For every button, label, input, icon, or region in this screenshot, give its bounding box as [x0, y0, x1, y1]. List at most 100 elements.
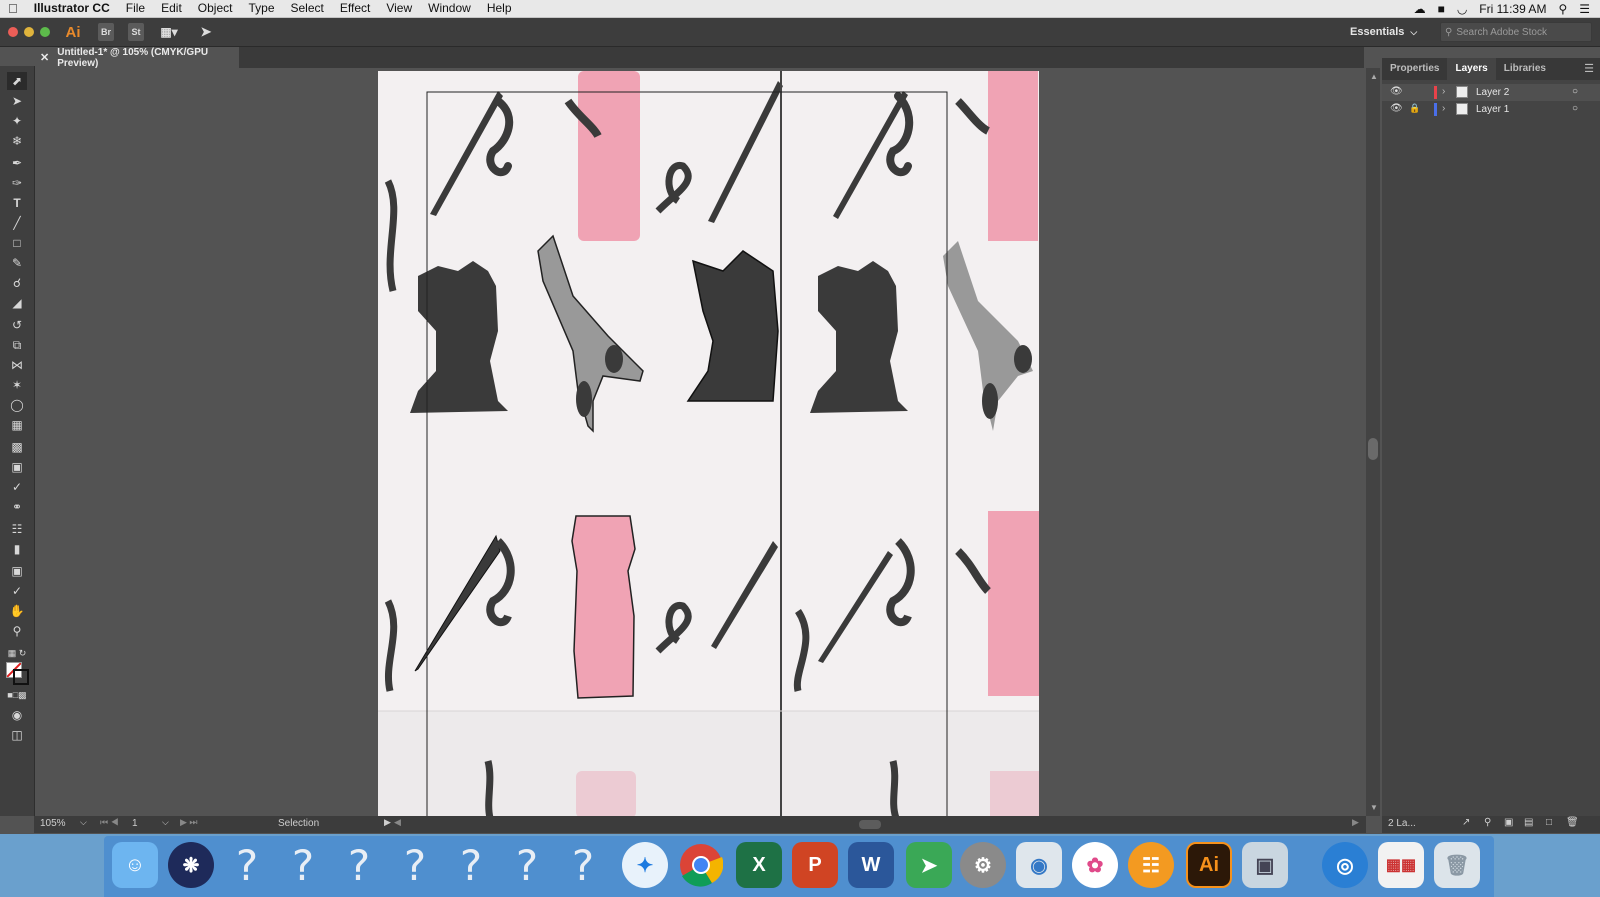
line-segment-tool-icon[interactable]: ╱: [7, 214, 27, 232]
menu-view[interactable]: View: [378, 0, 420, 17]
image-capture-icon[interactable]: ◉: [1016, 842, 1062, 888]
expand-chevron-icon[interactable]: ›: [1442, 86, 1445, 97]
finder-icon[interactable]: ☺: [112, 842, 158, 888]
artboard-dropdown-icon[interactable]: ⌵: [162, 817, 169, 828]
new-sublayer-icon[interactable]: ▤: [1524, 817, 1533, 828]
unknown-app-icon[interactable]: ?: [448, 841, 494, 890]
current-tool-label[interactable]: Selection: [278, 818, 319, 829]
wifi-icon[interactable]: ◡: [1457, 2, 1467, 16]
close-window-button[interactable]: [8, 27, 18, 37]
menu-edit[interactable]: Edit: [153, 0, 190, 17]
shaper-tool-icon[interactable]: ☌: [7, 274, 27, 292]
zoom-dropdown-icon[interactable]: ⌵: [80, 817, 87, 828]
bridge-button[interactable]: Br: [98, 23, 114, 41]
visibility-eye-icon[interactable]: 👁: [1390, 103, 1403, 114]
target-circle-icon[interactable]: ○: [1572, 103, 1578, 114]
eraser-tool-icon[interactable]: ◢: [7, 294, 27, 312]
maps-icon[interactable]: ➤: [906, 842, 952, 888]
target-circle-icon[interactable]: ○: [1572, 86, 1578, 97]
layer-row-layer-1[interactable]: 👁 🔒 › Layer 1 ○: [1382, 101, 1600, 118]
word-icon[interactable]: W: [848, 842, 894, 888]
safari-icon[interactable]: ✦: [622, 842, 668, 888]
delete-layer-icon[interactable]: 🗑: [1566, 817, 1579, 828]
type-tool-icon[interactable]: T: [7, 194, 27, 212]
panel-menu-icon[interactable]: ☰: [1584, 62, 1594, 75]
document-tab[interactable]: ✕ Untitled-1* @ 105% (CMYK/GPU Preview): [34, 47, 239, 69]
pen-tool-icon[interactable]: ✒: [7, 154, 27, 172]
clock[interactable]: Fri 11:39 AM: [1479, 2, 1546, 16]
next-artboard-icon[interactable]: ▶ ⏭: [180, 817, 198, 828]
first-artboard-icon[interactable]: ⏮ ◀: [100, 817, 119, 828]
new-layer-icon[interactable]: □: [1546, 817, 1552, 828]
app-menu[interactable]: Illustrator CC: [26, 0, 118, 17]
gradient-tool-icon[interactable]: ▣: [7, 458, 27, 476]
lasso-tool-icon[interactable]: ❄: [7, 132, 27, 150]
spotlight-search-icon[interactable]: ⚲: [1558, 2, 1567, 16]
paintbrush-tool-icon[interactable]: ✎: [7, 254, 27, 272]
blend-tool-icon[interactable]: ⚭: [7, 498, 27, 516]
menu-select[interactable]: Select: [283, 0, 332, 17]
scroll-right-icon[interactable]: ▶: [1352, 817, 1359, 828]
menu-file[interactable]: File: [118, 0, 153, 17]
apple-icon[interactable]: : [0, 0, 26, 17]
zoom-level[interactable]: 105%: [40, 818, 66, 829]
grid-app-icon[interactable]: ▦▦: [1378, 842, 1424, 888]
horizontal-scroll-thumb[interactable]: [859, 820, 881, 829]
notification-center-icon[interactable]: ☰: [1579, 2, 1590, 16]
excel-icon[interactable]: X: [736, 842, 782, 888]
expand-chevron-icon[interactable]: ›: [1442, 103, 1445, 114]
unknown-app-icon[interactable]: ?: [224, 841, 270, 890]
symbol-sprayer-tool-icon[interactable]: ☷: [7, 520, 27, 538]
scroll-up-icon[interactable]: ▲: [1370, 72, 1378, 81]
rotate-tool-icon[interactable]: ↺: [7, 316, 27, 334]
workspace-switcher[interactable]: Essentials ⌵: [1350, 22, 1436, 42]
unknown-app-icon[interactable]: ?: [280, 841, 326, 890]
locate-object-icon[interactable]: ⚲: [1484, 817, 1491, 828]
zoom-tool-icon[interactable]: ⚲: [7, 622, 27, 640]
default-colors-icon[interactable]: ▦ ↻: [7, 644, 27, 662]
vertical-scrollbar[interactable]: ▲ ▼: [1366, 68, 1380, 816]
layer-name[interactable]: Layer 2: [1476, 87, 1509, 98]
lock-icon[interactable]: 🔒: [1409, 103, 1420, 114]
scroll-left-icon[interactable]: ◀: [394, 817, 401, 828]
unknown-app-icon[interactable]: ?: [504, 841, 550, 890]
stroke-swatch[interactable]: [13, 669, 29, 685]
tab-properties[interactable]: Properties: [1382, 58, 1447, 80]
creative-cloud-icon[interactable]: ☁: [1414, 2, 1426, 16]
layer-row-layer-2[interactable]: 👁 › Layer 2 ○: [1382, 84, 1600, 101]
screen-mode-icon[interactable]: ◫: [7, 726, 27, 744]
menu-window[interactable]: Window: [420, 0, 479, 17]
siri-icon[interactable]: ❋: [168, 842, 214, 888]
chrome-icon[interactable]: [678, 842, 724, 888]
notification-app-icon[interactable]: ■: [1438, 2, 1445, 16]
clipping-mask-icon[interactable]: ▣: [1504, 817, 1513, 828]
status-arrow-icon[interactable]: ▶: [384, 817, 391, 828]
menu-help[interactable]: Help: [479, 0, 520, 17]
menu-object[interactable]: Object: [190, 0, 241, 17]
preview-icon[interactable]: ▣: [1242, 842, 1288, 888]
zoom-window-button[interactable]: [40, 27, 50, 37]
adobe-stock-search[interactable]: ⚲ Search Adobe Stock: [1440, 22, 1592, 42]
photos-icon[interactable]: ✿: [1072, 842, 1118, 888]
visibility-eye-icon[interactable]: 👁: [1390, 86, 1403, 97]
ibooks-icon[interactable]: ☷: [1128, 842, 1174, 888]
curvature-tool-icon[interactable]: ✑: [7, 174, 27, 192]
menu-effect[interactable]: Effect: [332, 0, 378, 17]
magic-wand-tool-icon[interactable]: ✦: [7, 112, 27, 130]
hand-tool-icon[interactable]: ✋: [7, 602, 27, 620]
slice-tool-icon[interactable]: ✓: [7, 582, 27, 600]
direct-selection-tool-icon[interactable]: ➤: [7, 92, 27, 110]
column-graph-tool-icon[interactable]: ▮: [7, 540, 27, 558]
system-preferences-icon[interactable]: ⚙: [960, 842, 1006, 888]
unknown-app-icon[interactable]: ?: [392, 841, 438, 890]
selection-tool-icon[interactable]: ⬈: [7, 72, 27, 90]
mesh-tool-icon[interactable]: ▩: [7, 438, 27, 456]
artboard-tool-icon[interactable]: ▣: [7, 562, 27, 580]
drawing-mode-icon[interactable]: ◉: [7, 706, 27, 724]
tab-layers[interactable]: Layers: [1447, 58, 1496, 80]
stock-button[interactable]: St: [128, 23, 144, 41]
eyedropper-tool-icon[interactable]: ✓: [7, 478, 27, 496]
unknown-app-icon[interactable]: ?: [336, 841, 382, 890]
layer-name[interactable]: Layer 1: [1476, 104, 1509, 115]
minimize-window-button[interactable]: [24, 27, 34, 37]
